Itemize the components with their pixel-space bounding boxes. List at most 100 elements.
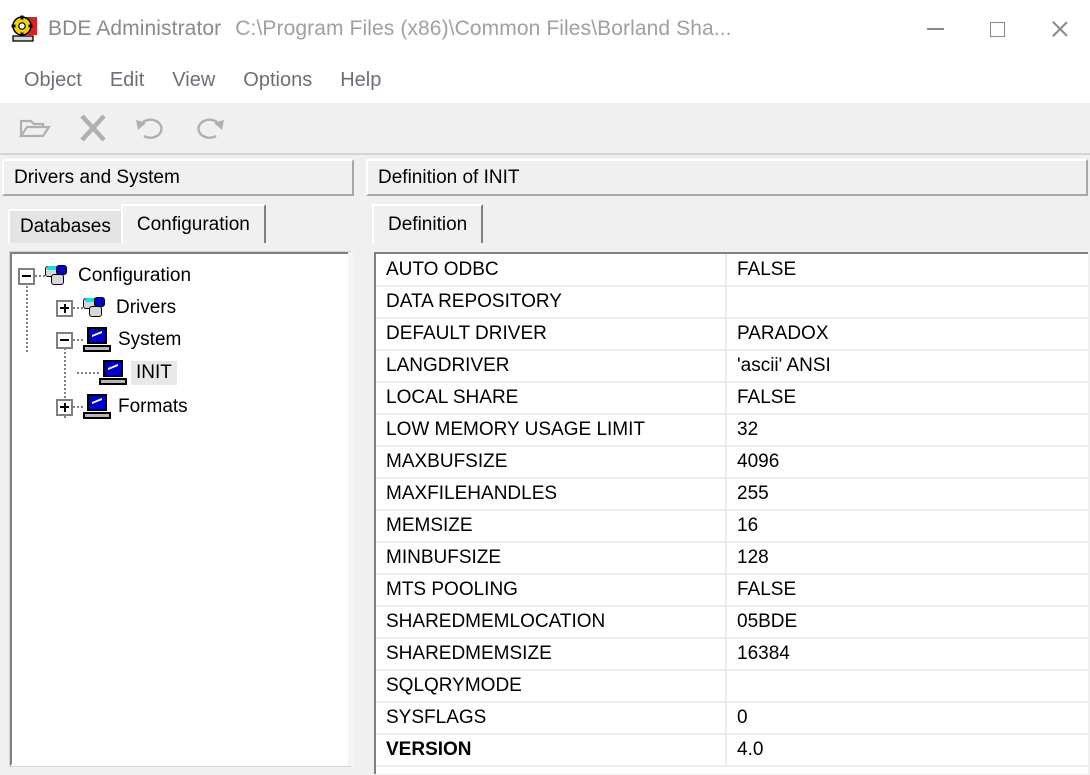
definition-row[interactable]: MTS POOLING FALSE bbox=[376, 574, 1088, 607]
delete-button[interactable] bbox=[64, 106, 122, 150]
definition-key-cell[interactable]: SYSFLAGS bbox=[376, 702, 727, 735]
definition-key-cell[interactable]: SHAREDMEMSIZE bbox=[376, 638, 727, 671]
definition-row[interactable]: LANGDRIVER'ascii' ANSI bbox=[376, 350, 1088, 383]
bde-administrator-window: BDE Administrator C:\Program Files (x86)… bbox=[0, 0, 1090, 775]
definition-value-cell[interactable] bbox=[726, 670, 1088, 703]
delete-x-icon bbox=[80, 114, 106, 142]
definition-row[interactable]: SYSFLAGS 0 bbox=[376, 702, 1088, 735]
menu-item-help[interactable]: Help bbox=[326, 66, 395, 95]
right-panel-header: Definition of INIT bbox=[366, 159, 1088, 196]
definition-table-body: AUTO ODBC FALSE DATA REPOSITORY DEFAULT DRI… bbox=[376, 254, 1088, 767]
definition-value-cell[interactable]: 128 bbox=[726, 542, 1088, 575]
expand-expander-icon[interactable] bbox=[56, 398, 73, 416]
definition-value-cell[interactable]: 16384 bbox=[726, 638, 1088, 671]
expand-expander-icon[interactable] bbox=[56, 299, 73, 317]
left-panel-header: Drivers and System bbox=[2, 159, 354, 196]
menu-item-options[interactable]: Options bbox=[229, 66, 326, 95]
bde-app-icon bbox=[10, 14, 40, 44]
tree-item-init[interactable]: INIT bbox=[18, 356, 348, 390]
undo-button[interactable] bbox=[122, 106, 180, 150]
definition-key-cell[interactable]: LOCAL SHARE bbox=[376, 382, 727, 415]
definition-key-cell[interactable]: LANGDRIVER bbox=[376, 350, 727, 383]
collapse-expander-icon[interactable] bbox=[18, 267, 35, 285]
definition-key-cell[interactable]: MINBUFSIZE bbox=[376, 542, 727, 575]
tree-item-system[interactable]: System bbox=[18, 324, 348, 356]
definition-key-cell[interactable]: LOW MEMORY USAGE LIMIT bbox=[376, 414, 727, 447]
definition-value-cell[interactable]: 4096 bbox=[726, 446, 1088, 479]
tree-line bbox=[73, 339, 83, 341]
definition-row[interactable]: MAXBUFSIZE 4096 bbox=[376, 446, 1088, 479]
definition-row[interactable]: DEFAULT DRIVER PARADOX bbox=[376, 318, 1088, 351]
definition-value-cell[interactable]: FALSE bbox=[726, 382, 1088, 415]
definition-value-cell[interactable] bbox=[726, 286, 1088, 319]
definition-value-cell[interactable]: FALSE bbox=[726, 574, 1088, 607]
title-bar: BDE Administrator C:\Program Files (x86)… bbox=[0, 0, 1090, 58]
definition-row[interactable]: MAXFILEHANDLES 255 bbox=[376, 478, 1088, 511]
tab-definition[interactable]: Definition bbox=[372, 204, 484, 243]
left-panel-tabs: Databases Configuration bbox=[0, 204, 358, 243]
definition-key-cell[interactable]: SHAREDMEMLOCATION bbox=[376, 606, 727, 639]
redo-arrow-icon bbox=[197, 118, 224, 139]
tab-databases[interactable]: Databases bbox=[8, 209, 123, 243]
definition-value-cell[interactable]: 4.0 bbox=[726, 734, 1088, 767]
redo-button[interactable] bbox=[180, 106, 238, 150]
tree-item-label: System bbox=[118, 329, 182, 350]
definition-row[interactable]: AUTO ODBC FALSE bbox=[376, 254, 1088, 287]
definition-key-cell[interactable]: VERSION bbox=[376, 734, 727, 767]
definition-key-cell[interactable]: SQLQRYMODE bbox=[376, 670, 727, 703]
definition-key-cell[interactable]: MTS POOLING bbox=[376, 574, 727, 607]
definition-row[interactable]: DATA REPOSITORY bbox=[376, 286, 1088, 319]
computer-icon bbox=[99, 360, 127, 386]
maximize-button[interactable] bbox=[966, 0, 1028, 58]
definition-key-cell[interactable]: MEMSIZE bbox=[376, 510, 727, 543]
right-panel: Definition of INIT Definition AUTO ODBC F… bbox=[362, 157, 1090, 775]
definition-grid[interactable]: AUTO ODBC FALSE DATA REPOSITORY DEFAULT DRI… bbox=[374, 252, 1088, 774]
definition-value-cell[interactable]: 16 bbox=[726, 510, 1088, 543]
toolbar bbox=[0, 103, 1090, 155]
menu-item-view[interactable]: View bbox=[158, 66, 229, 95]
window-controls bbox=[904, 0, 1090, 58]
definition-key-cell[interactable]: AUTO ODBC bbox=[376, 254, 727, 287]
definition-row[interactable]: VERSION 4.0 bbox=[376, 734, 1088, 767]
definition-value-cell[interactable]: PARADOX bbox=[726, 318, 1088, 351]
left-panel-scrollbar[interactable] bbox=[348, 252, 354, 766]
tree-item-drivers[interactable]: Drivers bbox=[18, 292, 348, 324]
collapse-expander-icon[interactable] bbox=[56, 331, 73, 349]
menu-item-object[interactable]: Object bbox=[10, 66, 96, 95]
tree-item-label: Configuration bbox=[78, 265, 192, 286]
database-icon bbox=[45, 264, 71, 288]
definition-row[interactable]: SHAREDMEMSIZE 16384 bbox=[376, 638, 1088, 671]
definition-value-cell[interactable]: 32 bbox=[726, 414, 1088, 447]
tree-item-configuration[interactable]: Configuration bbox=[18, 260, 348, 292]
close-button[interactable] bbox=[1028, 0, 1090, 58]
undo-arrow-icon bbox=[136, 118, 163, 139]
tree-item-label: INIT bbox=[131, 361, 177, 385]
definition-value-cell[interactable]: 'ascii' ANSI bbox=[726, 350, 1088, 383]
definition-row[interactable]: MINBUFSIZE 128 bbox=[376, 542, 1088, 575]
definition-key-cell[interactable]: DEFAULT DRIVER bbox=[376, 318, 727, 351]
menu-item-edit[interactable]: Edit bbox=[96, 66, 158, 95]
definition-row[interactable]: SQLQRYMODE bbox=[376, 670, 1088, 703]
configuration-tree[interactable]: Configuration Drivers System INIT Format… bbox=[9, 251, 351, 767]
database-icon bbox=[83, 296, 109, 320]
right-panel-tabs: Definition bbox=[362, 204, 1090, 243]
definition-value-cell[interactable]: 05BDE bbox=[726, 606, 1088, 639]
definition-value-cell[interactable]: 0 bbox=[726, 702, 1088, 735]
open-button[interactable] bbox=[6, 106, 64, 150]
tree-item-formats[interactable]: Formats bbox=[18, 390, 348, 424]
menu-bar: Object Edit View Options Help bbox=[0, 58, 1090, 103]
tree-line bbox=[77, 372, 99, 374]
definition-key-cell[interactable]: MAXFILEHANDLES bbox=[376, 478, 727, 511]
definition-key-cell[interactable]: MAXBUFSIZE bbox=[376, 446, 727, 479]
definition-value-cell[interactable]: 255 bbox=[726, 478, 1088, 511]
tree-item-label: Drivers bbox=[116, 297, 177, 318]
definition-row[interactable]: LOW MEMORY USAGE LIMIT 32 bbox=[376, 414, 1088, 447]
definition-row[interactable]: LOCAL SHARE FALSE bbox=[376, 382, 1088, 415]
definition-row[interactable]: MEMSIZE 16 bbox=[376, 510, 1088, 543]
definition-row[interactable]: SHAREDMEMLOCATION 05BDE bbox=[376, 606, 1088, 639]
tab-configuration[interactable]: Configuration bbox=[120, 204, 266, 243]
definition-key-cell[interactable]: DATA REPOSITORY bbox=[376, 286, 727, 319]
minimize-button[interactable] bbox=[904, 0, 966, 58]
definition-value-cell[interactable]: FALSE bbox=[726, 254, 1088, 287]
tree-line bbox=[73, 307, 83, 309]
